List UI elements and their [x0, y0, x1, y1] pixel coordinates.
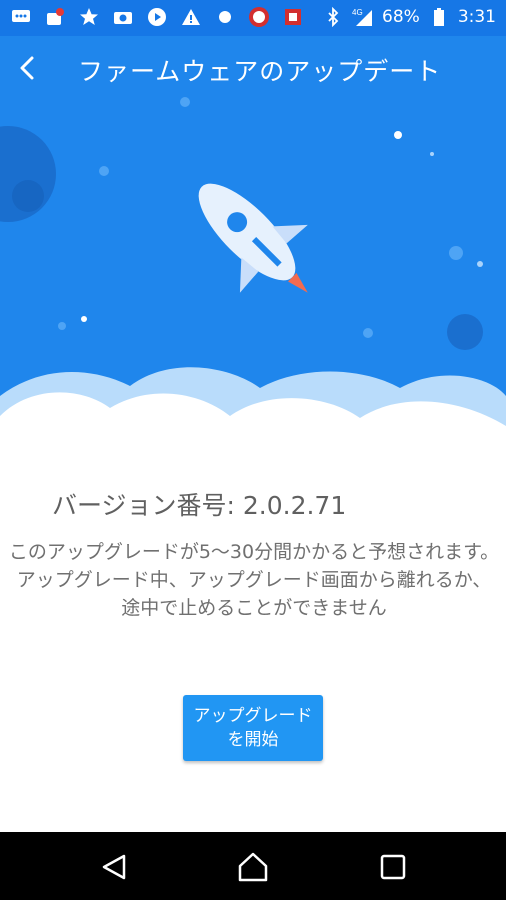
app-badge-icon — [248, 6, 270, 28]
signal-icon: 4G — [352, 6, 374, 28]
update-description: このアップグレードが5〜30分間かかると予想されます。 アップグレード中、アップ… — [8, 541, 500, 619]
app-badge2-icon — [282, 6, 304, 28]
battery-percent: 68% — [382, 7, 420, 27]
svg-text:4G: 4G — [352, 8, 363, 17]
app-bar: ファームウェアのアップデート — [0, 36, 506, 100]
back-arrow-icon[interactable] — [12, 52, 44, 84]
start-button-line2: を開始 — [227, 730, 279, 750]
bluetooth-icon — [322, 6, 344, 28]
nav-back-icon[interactable] — [96, 850, 130, 884]
system-icons: 4G 68% 3:31 — [322, 6, 496, 28]
camera-icon — [112, 6, 134, 28]
battery-icon — [428, 6, 450, 28]
dot-icon — [214, 6, 236, 28]
nav-home-icon[interactable] — [236, 850, 270, 884]
nav-recents-icon[interactable] — [376, 850, 410, 884]
page-title: ファームウェアのアップデート — [78, 57, 442, 86]
play-icon — [146, 6, 168, 28]
start-upgrade-button[interactable]: アップグレード を開始 — [183, 695, 323, 761]
notification-icon — [44, 6, 66, 28]
star-icon — [78, 6, 100, 28]
chat-icon — [10, 6, 32, 28]
version-label: バージョン番号: 2.0.2.71 — [52, 491, 347, 520]
status-bar: 4G 68% 3:31 — [0, 0, 506, 36]
planet-right — [447, 314, 483, 350]
clock: 3:31 — [457, 7, 496, 27]
start-button-line1: アップグレード — [193, 706, 313, 726]
warning-icon — [180, 6, 202, 28]
notification-icons — [10, 6, 304, 28]
navigation-bar — [0, 832, 506, 900]
